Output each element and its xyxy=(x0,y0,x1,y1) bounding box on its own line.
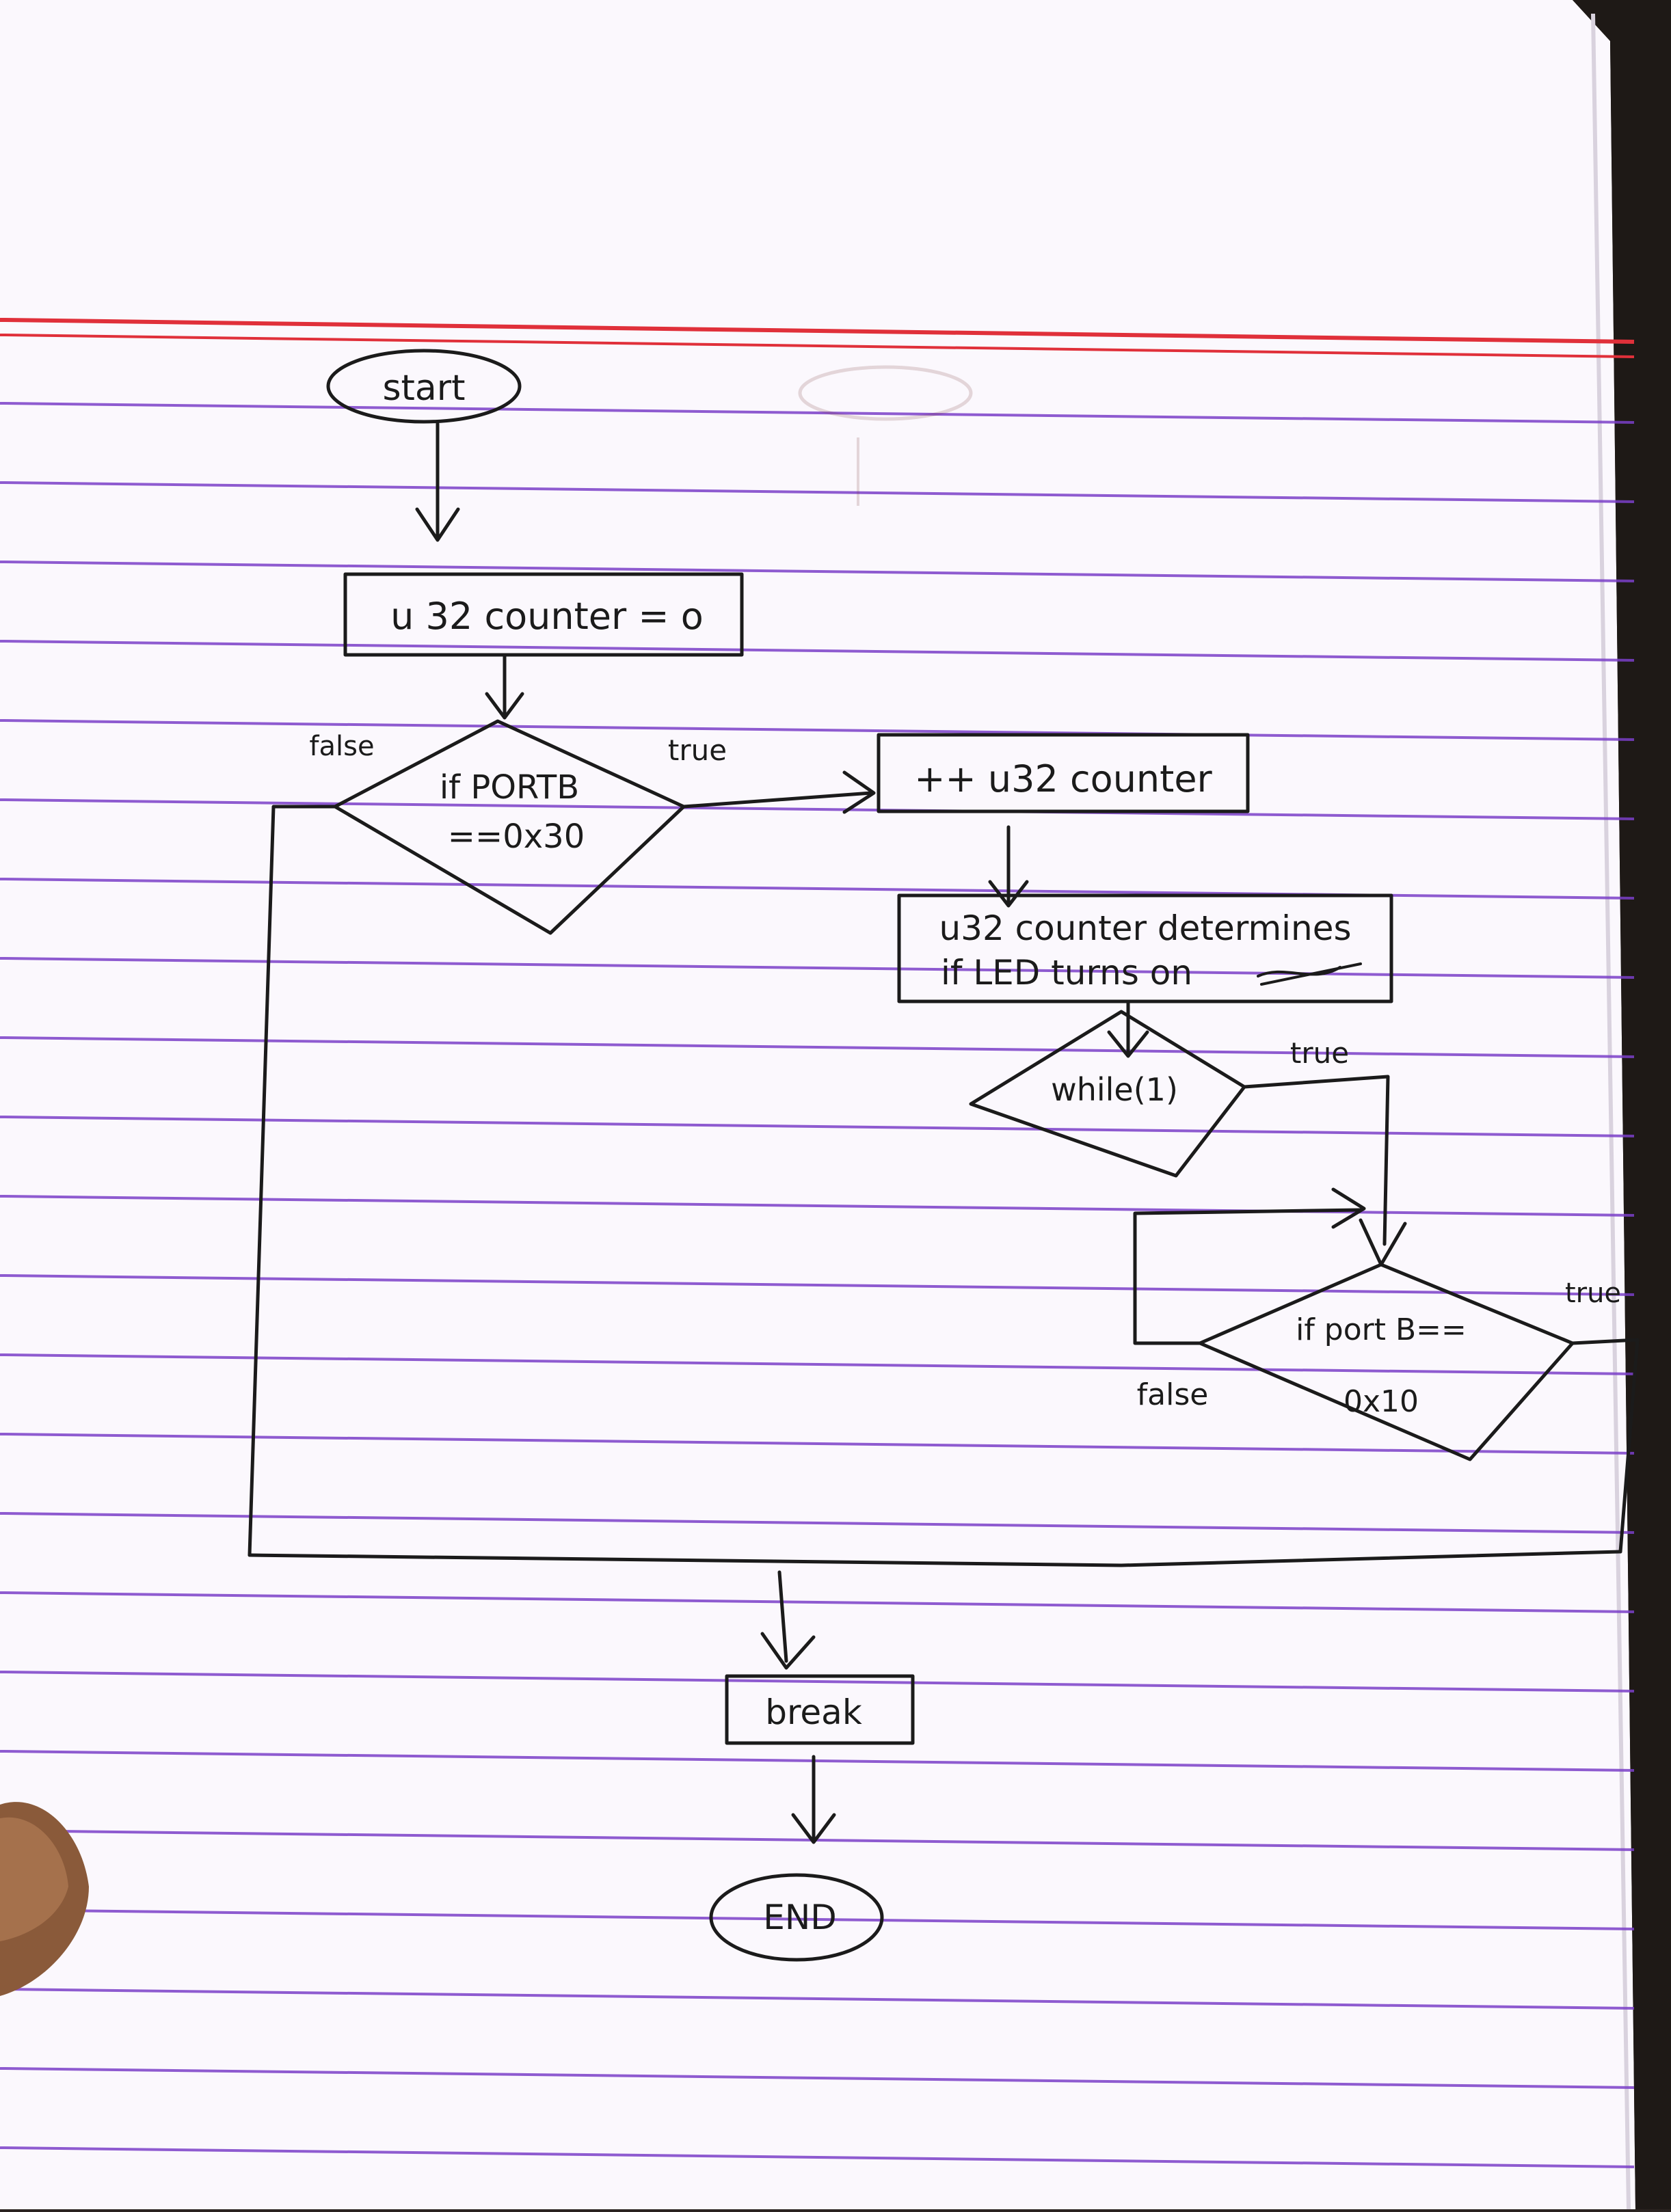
end-label: END xyxy=(763,1898,837,1937)
increment-label: ++ u32 counter xyxy=(914,757,1212,800)
decision2-line1: if port B== xyxy=(1296,1312,1467,1347)
loop-true-label: true xyxy=(1290,1036,1349,1070)
break-label: break xyxy=(765,1692,862,1732)
decision1-line2: ==0x30 xyxy=(448,818,585,856)
init-label: u 32 counter = o xyxy=(390,595,704,638)
decision1-false-label: false xyxy=(309,731,374,762)
note-line2: if LED turns on xyxy=(941,953,1192,993)
decision2-true-label: true xyxy=(1565,1278,1621,1309)
notebook-page-photo: start u 32 counter = o if PORTB ==0x30 f… xyxy=(0,0,1671,2210)
decision2-false-label: false xyxy=(1137,1377,1209,1412)
decision1-line1: if PORTB xyxy=(440,768,579,807)
note-line1: u32 counter determines xyxy=(939,908,1351,948)
decision1-true-label: true xyxy=(668,733,727,767)
start-label: start xyxy=(382,368,465,409)
decision2-line2: 0x10 xyxy=(1344,1384,1419,1419)
loop-label: while(1) xyxy=(1051,1071,1178,1108)
notebook-page: start u 32 counter = o if PORTB ==0x30 f… xyxy=(0,0,1671,2210)
